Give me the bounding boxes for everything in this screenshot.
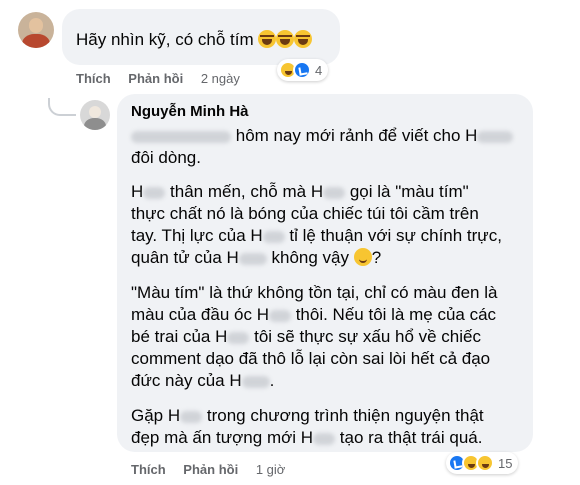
- redacted-name: [477, 130, 514, 143]
- reply-line: H thân mến, chỗ mà H gọi là "màu tím": [131, 182, 469, 201]
- thread-connector: [48, 98, 76, 116]
- redacted-name: [143, 186, 166, 199]
- timestamp[interactable]: 2 ngày: [201, 71, 240, 86]
- reply-line: quân tử của H không vậy ?: [131, 248, 382, 267]
- reply-line: comment dạo đã thô lỗ lại còn sai lòi hế…: [131, 349, 491, 368]
- comment-author[interactable]: Nguyễn Minh Hà: [131, 103, 249, 120]
- wow-icon: [476, 454, 494, 472]
- redacted-name: [238, 252, 267, 265]
- redacted-name: [268, 309, 291, 322]
- redacted-name: [313, 432, 336, 445]
- redacted-name: [131, 130, 231, 143]
- reply-line: màu của đầu óc H thôi. Nếu tôi là mẹ của…: [131, 305, 497, 324]
- comment-actions: Thích Phản hồi 2 ngày: [76, 71, 240, 86]
- reply-line: thực chất nó là bóng của chiếc túi tôi c…: [131, 204, 479, 223]
- redacted-name: [227, 331, 250, 344]
- reply-line: "Màu tím" là thứ không tồn tại, chỉ có m…: [131, 283, 498, 302]
- comment-text: Hãy nhìn kỹ, có chỗ tím: [76, 29, 313, 51]
- laugh-emoji-icon: [294, 30, 313, 48]
- reply-button[interactable]: Phản hồi: [183, 462, 238, 477]
- reaction-summary[interactable]: 4: [277, 59, 329, 81]
- like-button[interactable]: Thích: [76, 71, 111, 86]
- laugh-emoji-icon: [258, 30, 277, 48]
- reply-line: đôi dòng.: [131, 148, 201, 167]
- reply-line: tay. Thị lực của H tỉ lệ thuận với sự ch…: [131, 226, 502, 245]
- avatar[interactable]: [80, 100, 110, 130]
- reply-button[interactable]: Phản hồi: [128, 71, 183, 86]
- redacted-name: [241, 375, 270, 388]
- redacted-name: [323, 186, 346, 199]
- reply-line: Gặp H trong chương trình thiện nguyện th…: [131, 406, 484, 425]
- reaction-count: 4: [315, 62, 323, 78]
- reaction-summary[interactable]: 15: [446, 452, 519, 474]
- reply-line: đẹp mà ấn tượng mới H tạo ra thật trái q…: [131, 428, 483, 447]
- redacted-name: [180, 410, 203, 423]
- smile-emoji-icon: [353, 248, 372, 266]
- laugh-emoji-icon: [276, 30, 295, 48]
- timestamp[interactable]: 1 giờ: [256, 462, 286, 477]
- redacted-name: [262, 230, 285, 243]
- reply-line: đức này của H.: [131, 371, 275, 390]
- like-button[interactable]: Thích: [131, 462, 166, 477]
- avatar[interactable]: [18, 12, 54, 48]
- reaction-count: 15: [498, 455, 513, 471]
- comment-actions: Thích Phản hồi 1 giờ: [131, 462, 285, 477]
- like-icon: [293, 61, 311, 79]
- reply-line: bé trai của H tôi sẽ thực sự xấu hổ về c…: [131, 327, 481, 346]
- reply-line: hôm nay mới rảnh để viết cho H: [131, 125, 514, 147]
